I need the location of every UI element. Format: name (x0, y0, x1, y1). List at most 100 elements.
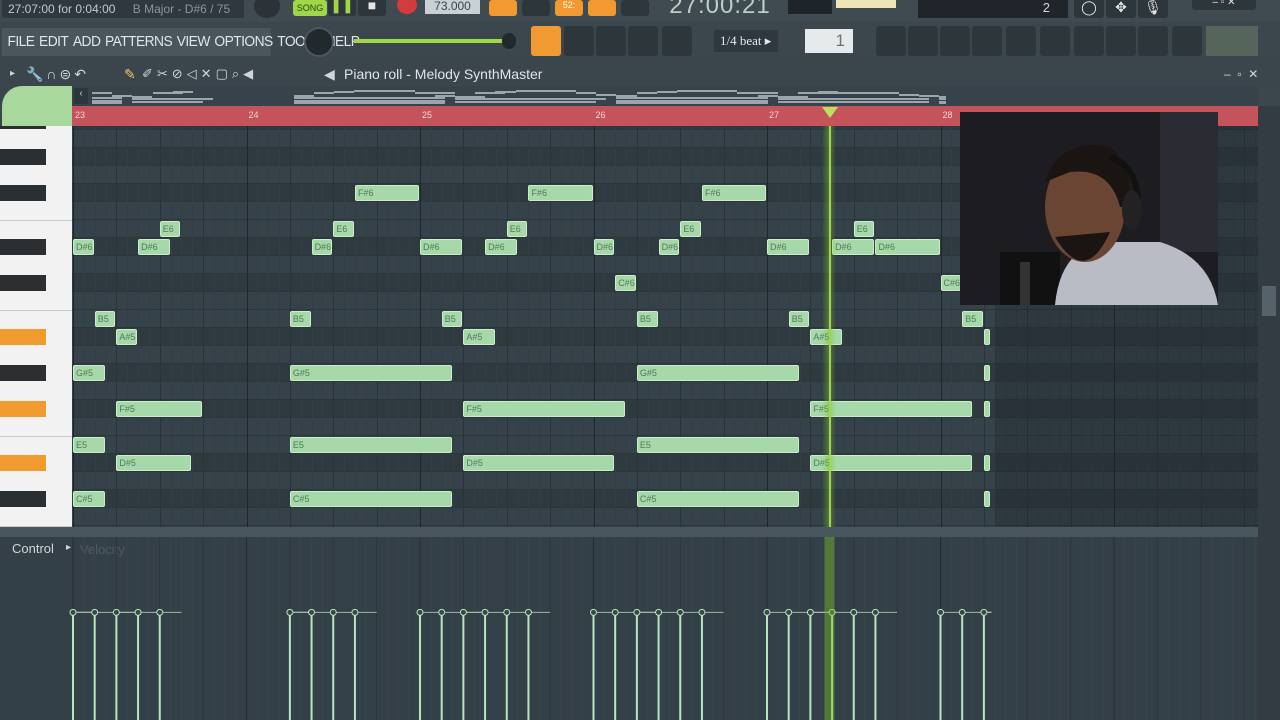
pattern-selector[interactable]: 1 (805, 29, 853, 53)
velocity-handle[interactable] (134, 608, 142, 616)
note[interactable]: F#6 (354, 185, 419, 201)
scroll-left-button[interactable]: ‹ (74, 88, 88, 104)
play-button[interactable]: ❚❚ (328, 0, 356, 16)
menu-file[interactable]: FILE (8, 33, 35, 50)
wait-input-button[interactable] (522, 0, 550, 16)
main-pitch-knob[interactable] (304, 27, 334, 57)
note[interactable]: F#6 (701, 185, 766, 201)
velocity-handle[interactable] (763, 608, 771, 616)
event-editor[interactable]: Control ▸ Velocity (0, 537, 1258, 720)
black-key[interactable] (0, 329, 46, 345)
note[interactable]: B5 (94, 311, 116, 327)
note[interactable]: G#5 (636, 365, 799, 381)
velocity-handle[interactable] (91, 608, 99, 616)
velocity-handle[interactable] (351, 608, 359, 616)
piano-roll-button[interactable] (908, 26, 938, 56)
velocity-handle[interactable] (785, 608, 793, 616)
velocity-handle[interactable] (958, 608, 966, 616)
online-button[interactable]: ◯ (1074, 0, 1104, 18)
menu-options[interactable]: OPTIONS (214, 33, 273, 50)
mixer-button[interactable] (972, 26, 1002, 56)
black-key[interactable] (0, 126, 46, 129)
note[interactable] (983, 365, 991, 381)
plugin-picker-button[interactable] (1074, 26, 1104, 56)
velocity-handle[interactable] (806, 608, 814, 616)
velocity-handle[interactable] (850, 608, 858, 616)
note[interactable]: F#6 (528, 185, 593, 201)
piano-roll-toggle[interactable] (531, 26, 561, 56)
note[interactable]: B5 (636, 311, 658, 327)
tutorial-button[interactable] (1106, 26, 1136, 56)
velocity-handle[interactable] (416, 608, 424, 616)
link-button[interactable] (628, 26, 658, 56)
playlist-button[interactable] (876, 26, 906, 56)
tool-icons[interactable]: 🔧∩⊜↶ (26, 62, 89, 86)
master-volume-slider[interactable] (354, 39, 509, 43)
note[interactable]: E6 (333, 221, 354, 237)
black-key[interactable] (0, 401, 46, 417)
scrollbar-thumb[interactable] (1262, 286, 1276, 316)
slide-button[interactable] (596, 26, 626, 56)
black-key[interactable] (0, 149, 46, 165)
collaborate-button[interactable]: ✥ (1106, 0, 1136, 18)
stop-button[interactable]: ■ (358, 0, 386, 16)
note[interactable] (983, 329, 991, 345)
black-key[interactable] (0, 365, 46, 381)
velocity-handle[interactable] (481, 608, 489, 616)
velocity-handle[interactable] (655, 608, 663, 616)
step-seq-button[interactable] (564, 26, 594, 56)
project-button[interactable] (1040, 26, 1070, 56)
note[interactable]: A#5 (463, 329, 495, 345)
velocity-handle[interactable] (69, 608, 77, 616)
black-key[interactable] (0, 455, 46, 471)
velocity-handle[interactable] (937, 608, 944, 616)
note[interactable]: D#6 (138, 239, 170, 255)
master-volume-knob[interactable] (254, 0, 280, 18)
note[interactable]: C#5 (636, 491, 799, 507)
note[interactable]: B5 (962, 311, 983, 327)
countdown-button[interactable]: 52: (555, 0, 583, 16)
note[interactable]: D#6 (767, 239, 810, 255)
note[interactable]: E6 (506, 221, 528, 237)
channel-rack-button[interactable] (940, 26, 970, 56)
velocity-handle[interactable] (308, 608, 316, 616)
velocity-handle[interactable] (524, 608, 532, 616)
piano-keyboard[interactable] (0, 126, 72, 527)
menu-view[interactable]: VIEW (177, 33, 211, 50)
song-mode-toggle[interactable]: SONG (293, 0, 327, 16)
note[interactable]: D#6 (593, 239, 615, 255)
note[interactable]: C#6 (615, 275, 636, 291)
menu-edit[interactable]: EDIT (39, 33, 69, 50)
note[interactable]: D#6 (485, 239, 517, 255)
note[interactable]: B5 (441, 311, 463, 327)
note[interactable]: D#6 (73, 239, 94, 255)
edit-tool-icons[interactable]: ✐✂⊘◁✕▢⌕◀ (142, 62, 257, 86)
note[interactable]: D#6 (311, 239, 333, 255)
snap-selector[interactable]: 1/4 beat ▸ (714, 30, 778, 52)
note[interactable]: C#5 (73, 491, 105, 507)
playlist-preview[interactable]: ‹ (72, 86, 1258, 106)
note[interactable]: E5 (636, 437, 799, 453)
note[interactable]: E6 (680, 221, 701, 237)
note[interactable]: G#5 (289, 365, 452, 381)
record-button[interactable] (397, 0, 417, 14)
velocity-handle[interactable] (286, 608, 294, 616)
note[interactable]: E5 (289, 437, 452, 453)
touch-button[interactable] (1138, 26, 1168, 56)
metronome-button[interactable] (489, 0, 517, 16)
tempo-display[interactable]: 73.000 (425, 0, 480, 14)
loop-record-button[interactable] (621, 0, 649, 16)
note[interactable]: F#5 (463, 401, 626, 417)
note[interactable]: F#5 (116, 401, 203, 417)
velocity-handle[interactable] (590, 608, 597, 616)
note[interactable]: B5 (289, 311, 311, 327)
options-arrow-icon[interactable]: ▸ (10, 62, 15, 86)
velocity-handle[interactable] (871, 608, 879, 616)
export-button[interactable] (1172, 26, 1202, 56)
note[interactable]: D#6 (875, 239, 940, 255)
velocity-handle[interactable] (676, 608, 684, 616)
browser-button[interactable] (1006, 26, 1036, 56)
menu-add[interactable]: ADD (73, 33, 101, 50)
note[interactable]: G#5 (73, 365, 105, 381)
black-key[interactable] (0, 491, 46, 507)
